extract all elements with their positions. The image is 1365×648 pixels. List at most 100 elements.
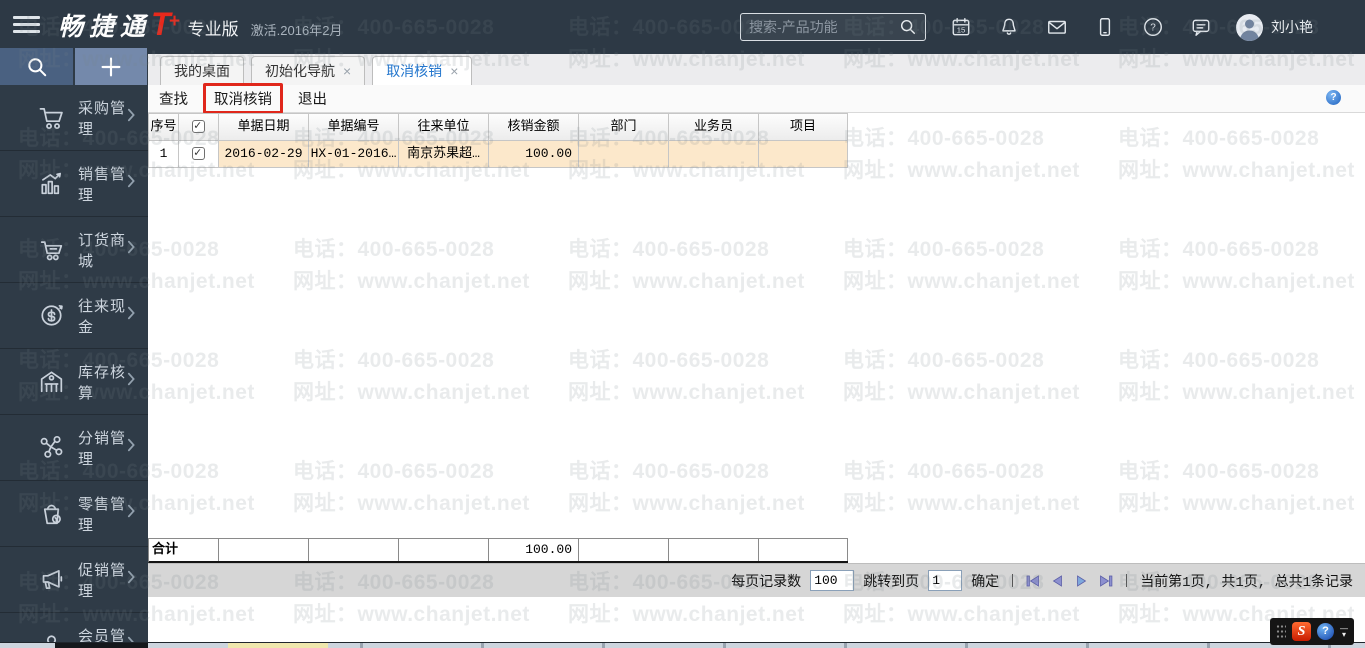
toolbar-find-button[interactable]: 查找 bbox=[157, 86, 190, 111]
sidebar-item-label: 销售管理 bbox=[78, 165, 127, 204]
svg-text:15: 15 bbox=[957, 26, 966, 35]
total-cell bbox=[219, 539, 309, 561]
sidebar-search-button[interactable] bbox=[0, 48, 73, 85]
table-cell: HX-01-2016… bbox=[309, 141, 399, 168]
sidebar-item-label: 促销管理 bbox=[78, 561, 127, 600]
ime-menu-icon[interactable]: — ▾ bbox=[1340, 624, 1348, 638]
megaphone-icon bbox=[38, 566, 65, 593]
search-icon[interactable] bbox=[899, 18, 917, 36]
separator bbox=[1126, 574, 1128, 587]
table-cell[interactable] bbox=[179, 141, 219, 168]
sidebar-menu: 采购管理销售管理订货商城往来现金库存核算分销管理零售管理促销管理会员管理 bbox=[0, 85, 148, 642]
avatar[interactable] bbox=[1236, 13, 1263, 41]
global-search-box[interactable] bbox=[740, 13, 926, 41]
separator bbox=[1012, 574, 1014, 587]
total-cell bbox=[669, 539, 759, 561]
total-cell bbox=[399, 539, 489, 561]
svg-text:?: ? bbox=[1150, 23, 1156, 34]
sidebar-item-sales-management[interactable]: 销售管理 bbox=[0, 151, 148, 217]
network-icon bbox=[38, 434, 65, 461]
app-header: 畅捷通 T+ 专业版 激活.2016年2月 15? 刘小艳 bbox=[0, 0, 1365, 54]
help-icon[interactable]: ? bbox=[1142, 16, 1164, 38]
close-icon[interactable]: × bbox=[450, 63, 458, 79]
per-page-label: 每页记录数 bbox=[731, 574, 802, 591]
table-row[interactable]: 1 2016-02-29HX-01-2016…南京苏果超…100.00 bbox=[149, 141, 848, 168]
toolbar-exit-button[interactable]: 退出 bbox=[296, 86, 329, 111]
previous-page-button[interactable] bbox=[1050, 574, 1065, 587]
search-input[interactable] bbox=[749, 19, 899, 35]
row-checkbox[interactable] bbox=[192, 141, 205, 166]
sidebar-item-distribution-management[interactable]: 分销管理 bbox=[0, 415, 148, 481]
activation-label: 激活.2016年2月 bbox=[250, 23, 343, 38]
first-page-button[interactable] bbox=[1026, 574, 1041, 587]
column-header: 业务员 bbox=[669, 114, 759, 141]
content-area: 我的桌面初始化导航×取消核销× 查找取消核销退出 ? 序号单据日期单据编号往来单… bbox=[148, 54, 1365, 648]
last-page-button[interactable] bbox=[1098, 574, 1113, 587]
chevron-right-icon bbox=[127, 174, 136, 193]
ime-drag-handle-icon[interactable] bbox=[1276, 624, 1286, 639]
sidebar-item-label: 库存核算 bbox=[78, 363, 127, 402]
jump-page-input[interactable] bbox=[928, 570, 963, 591]
pagination-bar: 每页记录数 跳转到页 确定 当前第1页, 共1页, 总共1条记录 bbox=[148, 563, 1365, 597]
tab-cancel-writeoff[interactable]: 取消核销 × bbox=[372, 56, 473, 85]
sidebar-item-order-mall[interactable]: 订货商城 bbox=[0, 217, 148, 283]
column-header: 单据日期 bbox=[219, 114, 309, 141]
table-header-row: 序号 单据日期单据编号往来单位核销金额部门业务员项目 bbox=[149, 114, 848, 141]
confirm-button[interactable]: 确定 bbox=[971, 571, 999, 591]
chevron-right-icon bbox=[127, 372, 136, 391]
toolbar: 查找 取消核销 退出 bbox=[148, 83, 1365, 114]
taskbar-edge bbox=[0, 642, 1365, 648]
column-header: 部门 bbox=[579, 114, 669, 141]
tab-label: 我的桌面 bbox=[174, 63, 230, 79]
table-cell: 2016-02-29 bbox=[219, 141, 309, 168]
mail-icon[interactable] bbox=[1046, 16, 1068, 38]
menu-icon[interactable] bbox=[13, 16, 40, 37]
chat-icon[interactable] bbox=[1190, 16, 1212, 38]
table-cell bbox=[579, 141, 669, 168]
cash-icon bbox=[38, 302, 65, 329]
next-page-button[interactable] bbox=[1074, 574, 1089, 587]
toolbar-cancel-writeoff-button[interactable]: 取消核销 bbox=[203, 83, 283, 114]
user-menu[interactable]: 刘小艳 bbox=[1236, 13, 1313, 41]
sidebar-item-cash-transactions[interactable]: 往来现金 bbox=[0, 283, 148, 349]
sidebar-item-retail-management[interactable]: 零售管理 bbox=[0, 481, 148, 547]
column-header: 序号 bbox=[149, 114, 179, 141]
mobile-icon[interactable] bbox=[1094, 16, 1116, 38]
close-icon[interactable]: × bbox=[343, 63, 351, 79]
tab-init-navigation[interactable]: 初始化导航 × bbox=[251, 56, 366, 85]
jump-page-label: 跳转到页 bbox=[863, 574, 920, 591]
mall-cart-icon bbox=[38, 236, 65, 263]
table-total-row: 合计 100.00 bbox=[148, 538, 848, 563]
select-all-header-cell[interactable] bbox=[179, 114, 219, 141]
app-window: 电话：400-665-0028网址：www.chanjet.net电话：400-… bbox=[0, 0, 1365, 648]
cart-icon bbox=[38, 104, 65, 131]
help-icon[interactable]: ? bbox=[1326, 90, 1341, 105]
table-cell bbox=[759, 141, 848, 168]
table-cell: 100.00 bbox=[489, 141, 579, 168]
sidebar-add-button[interactable] bbox=[75, 48, 147, 85]
sidebar-item-label: 分销管理 bbox=[78, 429, 127, 468]
chart-icon bbox=[38, 170, 65, 197]
sidebar-item-purchase-management[interactable]: 采购管理 bbox=[0, 85, 148, 151]
ime-help-icon[interactable]: ? bbox=[1317, 623, 1334, 640]
tab-my-desktop[interactable]: 我的桌面 bbox=[160, 56, 244, 85]
ime-toolbar[interactable]: S ? — ▾ bbox=[1270, 618, 1354, 645]
sogou-logo-icon[interactable]: S bbox=[1292, 622, 1311, 641]
total-cell bbox=[579, 539, 669, 561]
sidebar-item-inventory-accounting[interactable]: 库存核算 bbox=[0, 349, 148, 415]
data-table: 序号 单据日期单据编号往来单位核销金额部门业务员项目 1 2016-02-29HX-… bbox=[148, 113, 848, 168]
sidebar-item-promotion-management[interactable]: 促销管理 bbox=[0, 547, 148, 613]
select-all-checkbox[interactable] bbox=[192, 114, 205, 139]
table-cell: 1 bbox=[149, 141, 179, 168]
app-logo: 畅捷通 T+ 专业版 激活.2016年2月 bbox=[58, 7, 342, 43]
per-page-input[interactable] bbox=[810, 570, 855, 591]
table-cell bbox=[669, 141, 759, 168]
table-cell: 南京苏果超… bbox=[399, 141, 489, 168]
calendar-icon[interactable]: 15 bbox=[950, 16, 972, 38]
bell-icon[interactable] bbox=[998, 16, 1020, 38]
chevron-right-icon bbox=[127, 570, 136, 589]
column-header: 核销金额 bbox=[489, 114, 579, 141]
sidebar-item-label: 往来现金 bbox=[78, 297, 127, 336]
chevron-right-icon bbox=[127, 504, 136, 523]
sidebar-item-member-management[interactable]: 会员管理 bbox=[0, 613, 148, 642]
